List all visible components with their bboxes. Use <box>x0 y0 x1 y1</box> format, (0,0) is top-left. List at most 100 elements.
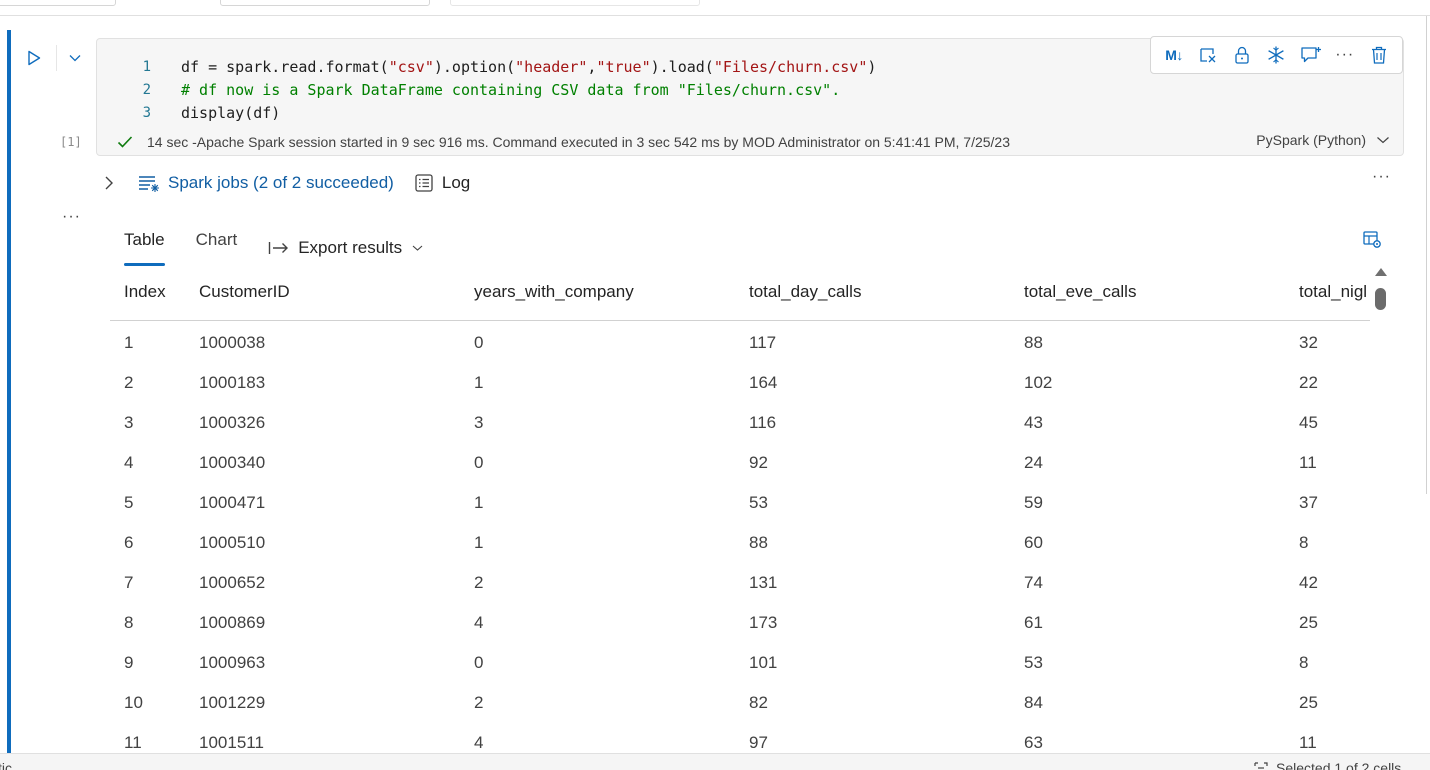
table-cell: 1 <box>124 333 134 352</box>
expand-spark-jobs-chevron-icon[interactable] <box>104 175 118 191</box>
table-cell: 5 <box>124 493 134 512</box>
line-number: 3 <box>142 105 151 121</box>
code-line: 3 display(df) <box>97 102 1403 125</box>
table-cell: 1000471 <box>199 493 266 512</box>
output-more-options-button[interactable]: ··· <box>1372 168 1391 186</box>
code-text: df = spark.read.format("csv").option("he… <box>181 56 876 79</box>
table-cell: 101 <box>749 653 778 672</box>
more-options-button[interactable]: ··· <box>1332 42 1358 68</box>
freeze-cell-button[interactable] <box>1263 42 1289 68</box>
table-cell: 24 <box>1024 453 1043 472</box>
table-cell: 2 <box>474 693 484 712</box>
table-row[interactable]: 11 1001511 4 97 63 11 <box>110 722 1370 750</box>
code-string: "true" <box>596 58 651 76</box>
table-row[interactable]: 1 1000038 0 117 88 32 <box>110 322 1370 362</box>
log-icon <box>414 173 434 193</box>
lock-cell-button[interactable] <box>1229 42 1255 68</box>
table-row[interactable]: 2 1000183 1 164 102 22 <box>110 362 1370 402</box>
page-edge-divider <box>1426 16 1427 494</box>
table-cell: 1000652 <box>199 573 266 592</box>
column-header[interactable]: total_day_calls <box>749 282 861 302</box>
table-row[interactable]: 8 1000869 4 173 61 25 <box>110 602 1370 642</box>
export-results-button[interactable]: Export results <box>268 226 423 266</box>
code-comment: # df now is a Spark DataFrame containing… <box>181 81 841 99</box>
table-cell: 1000869 <box>199 613 266 632</box>
tab-chart[interactable]: Chart <box>196 226 238 266</box>
log-link[interactable]: Log <box>442 173 470 193</box>
tab-table[interactable]: Table <box>124 226 165 266</box>
execution-status-text: 14 sec -Apache Spark session started in … <box>147 134 1010 150</box>
table-row[interactable]: 4 1000340 0 92 24 11 <box>110 442 1370 482</box>
code-text: # df now is a Spark DataFrame containing… <box>181 79 840 102</box>
table-row[interactable]: 6 1000510 1 88 60 8 <box>110 522 1370 562</box>
chevron-down-icon <box>1377 137 1389 144</box>
table-cell: 4 <box>474 733 484 750</box>
table-cell: 22 <box>1299 373 1318 392</box>
table-cell: 60 <box>1024 533 1043 552</box>
table-cell: 53 <box>1024 653 1043 672</box>
table-cell: 1000183 <box>199 373 266 392</box>
scrollbar-thumb[interactable] <box>1375 288 1386 310</box>
table-cell: 11 <box>1299 733 1317 750</box>
chevron-down-icon <box>412 244 423 252</box>
language-label: PySpark (Python) <box>1256 132 1366 148</box>
table-cell: 37 <box>1299 493 1318 512</box>
table-cell: 32 <box>1299 333 1318 352</box>
add-comment-button[interactable] <box>1298 42 1324 68</box>
clear-output-button[interactable] <box>1195 42 1221 68</box>
active-cell-indicator <box>7 30 11 770</box>
table-cell: 61 <box>1024 613 1043 632</box>
delete-cell-button[interactable] <box>1366 42 1392 68</box>
table-cell: 8 <box>124 613 134 632</box>
table-cell: 131 <box>749 573 778 592</box>
table-row[interactable]: 5 1000471 1 53 59 37 <box>110 482 1370 522</box>
table-cell: 88 <box>1024 333 1043 352</box>
code-token: ).load( <box>650 58 714 76</box>
selection-icon <box>1254 762 1268 770</box>
export-results-label: Export results <box>298 238 403 257</box>
run-options-dropdown[interactable] <box>56 45 92 71</box>
execution-count: [1] <box>60 135 82 149</box>
table-vertical-scrollbar[interactable] <box>1374 268 1388 750</box>
status-bar-left-text: tic <box>0 760 12 770</box>
code-string: "header" <box>515 58 588 76</box>
table-cell: 0 <box>474 653 484 672</box>
cell-output-more-button[interactable]: ··· <box>62 208 81 226</box>
column-header[interactable]: years_with_company <box>474 282 634 302</box>
run-cell-button[interactable] <box>24 48 44 68</box>
table-cell: 97 <box>749 733 768 750</box>
table-settings-button[interactable] <box>1361 228 1383 250</box>
table-row[interactable]: 7 1000652 2 131 74 42 <box>110 562 1370 602</box>
column-header[interactable]: CustomerID <box>199 282 290 302</box>
column-header[interactable]: Index <box>124 282 166 302</box>
lock-icon <box>1235 46 1249 64</box>
scroll-up-arrow-icon[interactable] <box>1375 268 1387 276</box>
language-selector[interactable]: PySpark (Python) <box>1256 132 1390 148</box>
toggle-markdown-button[interactable]: M↓ <box>1161 42 1187 68</box>
top-bar-fragment <box>0 0 116 6</box>
table-cell: 1000510 <box>199 533 266 552</box>
table-cell: 1000038 <box>199 333 266 352</box>
table-cell: 0 <box>474 333 484 352</box>
table-cell: 8 <box>1299 653 1309 672</box>
column-header[interactable]: total_eve_calls <box>1024 282 1136 302</box>
output-header: Spark jobs (2 of 2 succeeded) Log <box>104 170 470 196</box>
table-cell: 88 <box>749 533 768 552</box>
table-cell: 84 <box>1024 693 1043 712</box>
spark-jobs-link[interactable]: Spark jobs (2 of 2 succeeded) <box>168 173 394 193</box>
column-header[interactable]: total_nigl <box>1299 282 1367 302</box>
table-row[interactable]: 9 1000963 0 101 53 8 <box>110 642 1370 682</box>
selection-status-text: Selected 1 of 2 cells <box>1276 760 1402 770</box>
play-icon <box>28 50 41 66</box>
table-row[interactable]: 10 1001229 2 82 84 25 <box>110 682 1370 722</box>
table-cell: 4 <box>474 613 484 632</box>
table-cell: 164 <box>749 373 778 392</box>
table-cell: 92 <box>749 453 768 472</box>
table-cell: 7 <box>124 573 134 592</box>
table-row[interactable]: 3 1000326 3 116 43 45 <box>110 402 1370 442</box>
table-cell: 1 <box>474 533 484 552</box>
table-cell: 11 <box>1299 453 1317 472</box>
comment-add-icon <box>1300 47 1321 63</box>
table-cell: 1 <box>474 373 484 392</box>
table-cell: 1001511 <box>199 733 264 750</box>
